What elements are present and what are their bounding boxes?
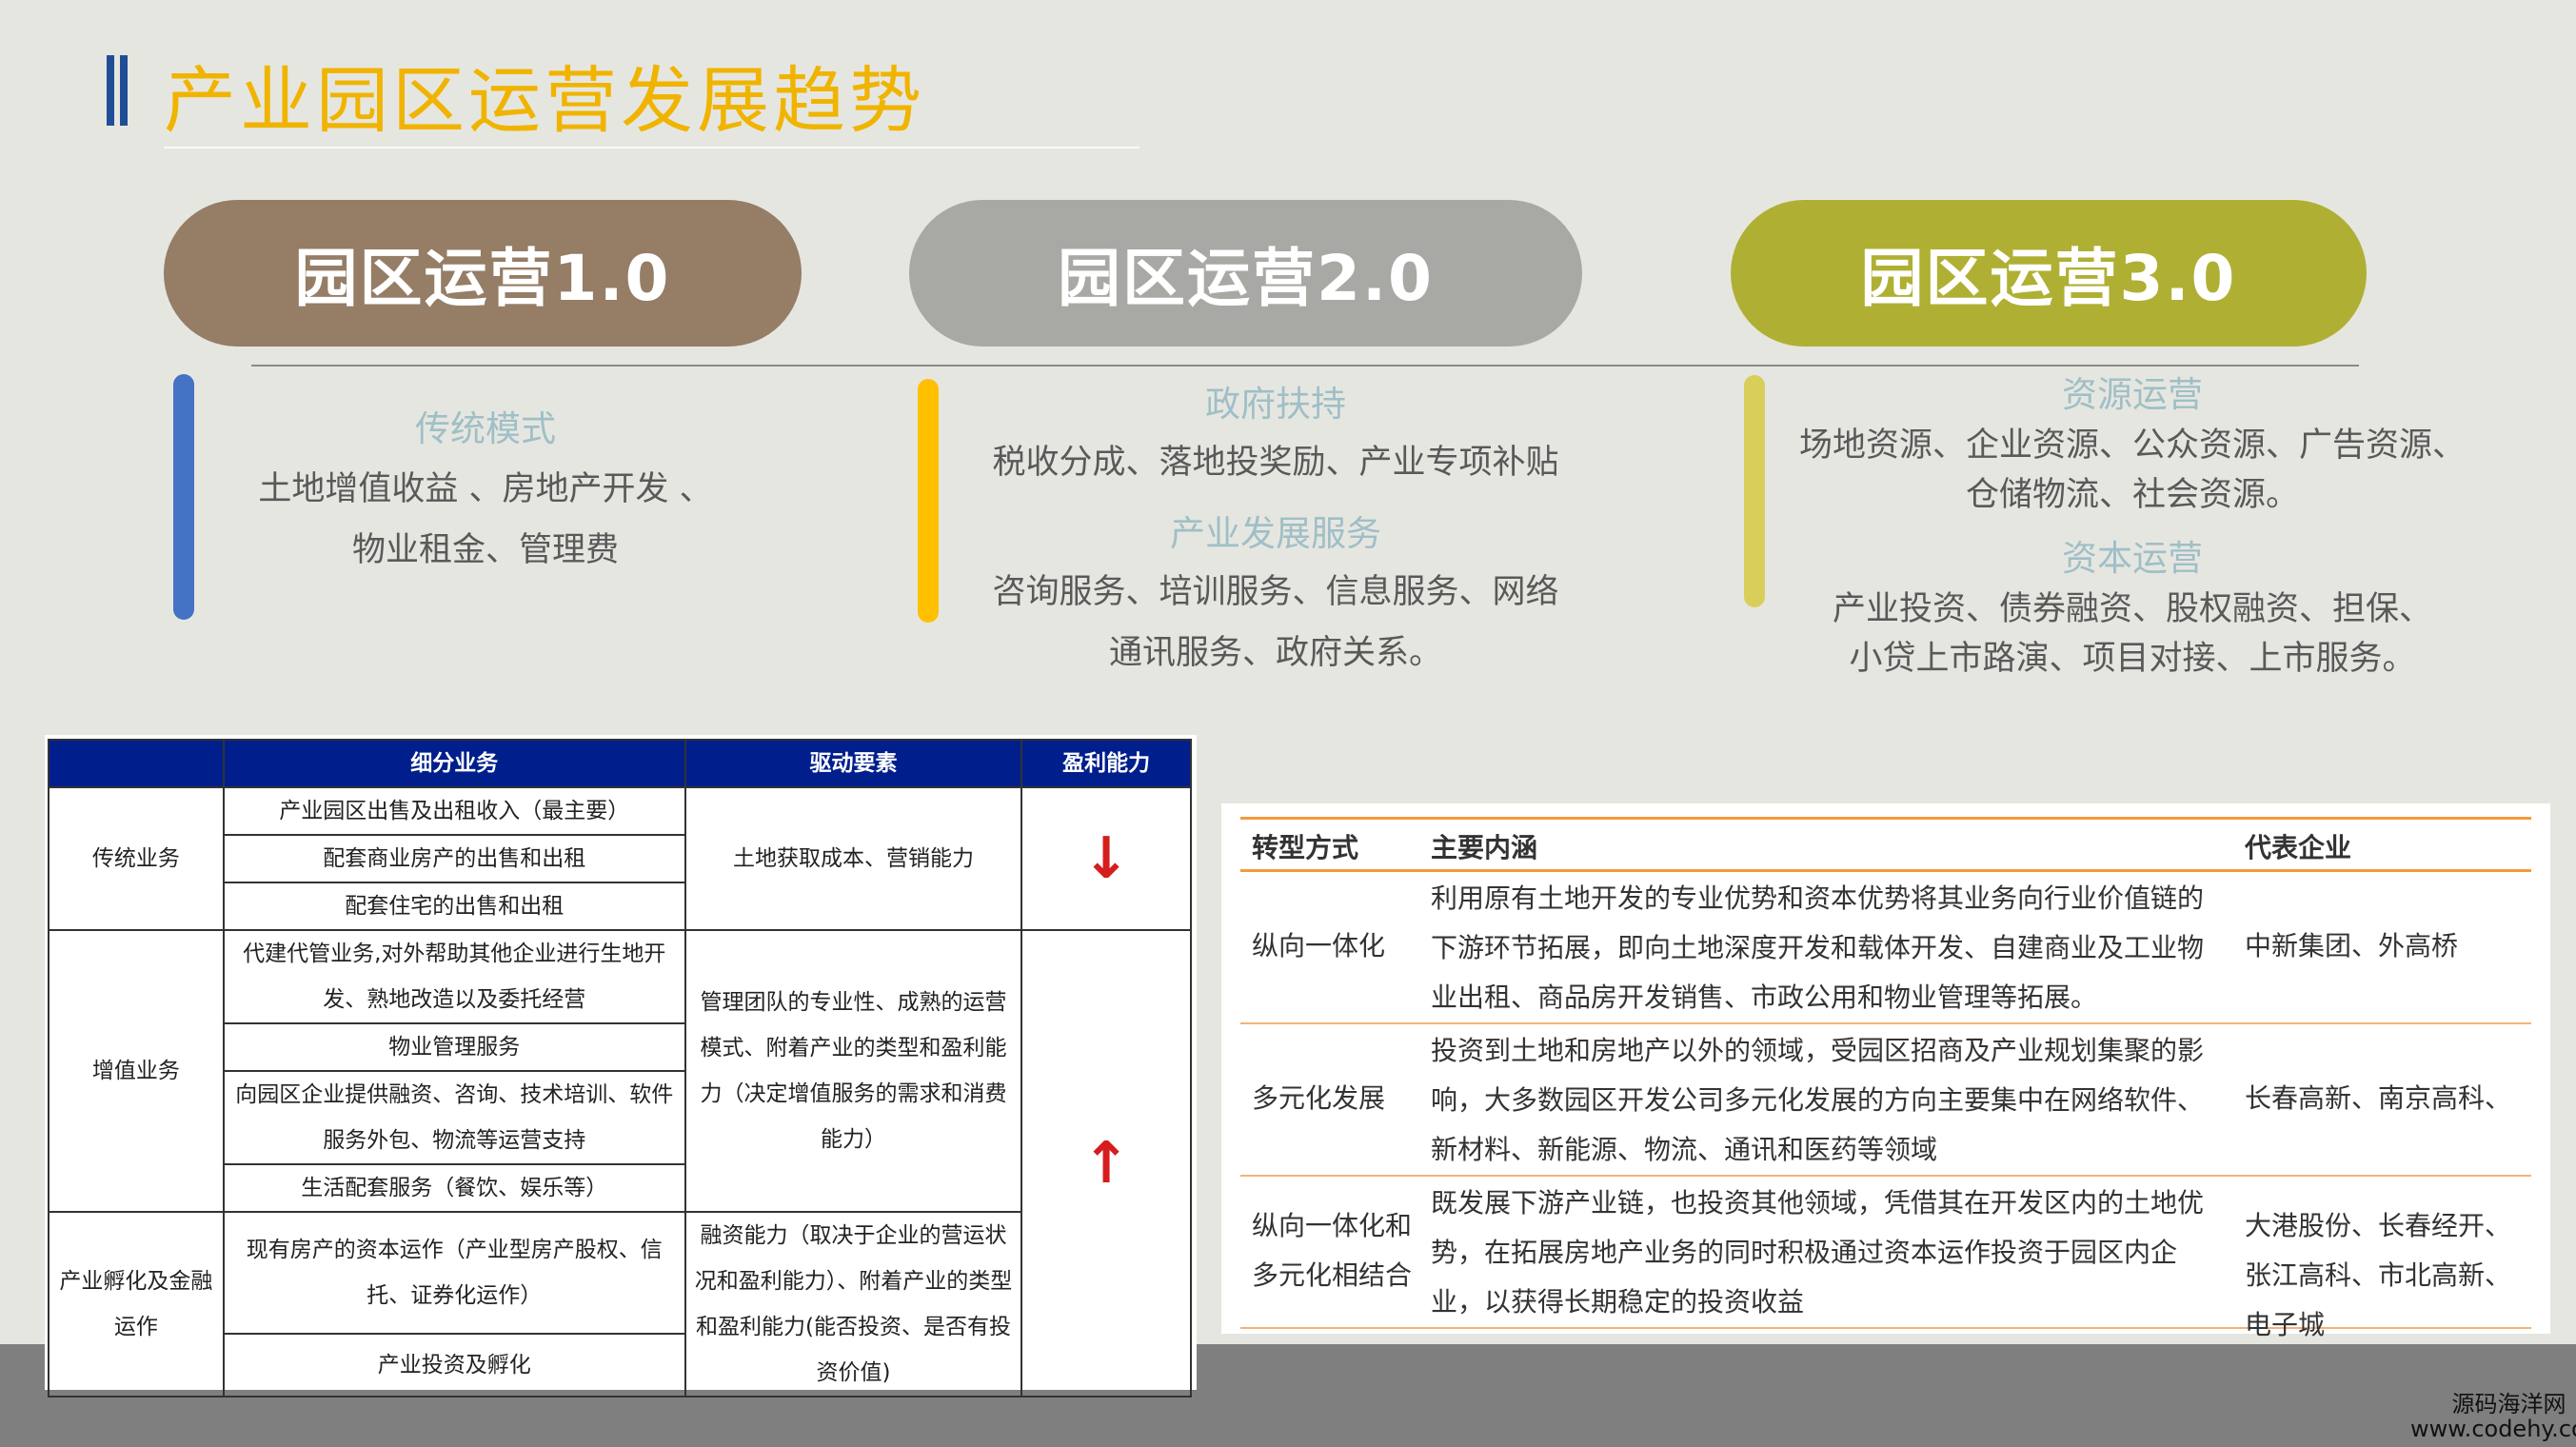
up-arrow-icon: ↑ [1020,929,1192,1397]
table2-header-desc: 主要内涵 [1431,832,1538,863]
stage-pill-3: 园区运营3.0 [1731,200,2367,347]
table1-header-blank [48,739,225,788]
table1-item: 向园区企业提供融资、咨询、技术培训、软件服务外包、物流等运营支持 [222,1070,686,1165]
col1-accent-bar [173,374,194,620]
table-row: 多元化发展 投资到土地和房地产以外的领域，受园区招商及产业规划集聚的影响，大多数… [1240,1024,2531,1177]
table2-type: 多元化发展 [1252,1082,1386,1114]
table2-desc: 投资到土地和房地产以外的领域，受园区招商及产业规划集聚的影响，大多数园区开发公司… [1431,1035,2205,1165]
table1-group-name: 产业孵化及金融运作 [48,1211,225,1397]
col3-subhead-2: 资本运营 [2062,538,2203,579]
logo-line-1: 源码海洋网 [2451,1391,2566,1417]
table1-driver: 融资能力（取决于企业的营运状况和盈利能力）、附着产业的类型和盈利能力(能否投资、… [684,1211,1023,1397]
col3-accent-bar [1744,375,1765,607]
stage-pill-1: 园区运营1.0 [164,200,802,347]
table1-item: 现有房产的资本运作（产业型房产股权、信托、证券化运作） [222,1210,686,1336]
transformation-table: 转型方式 主要内涵 代表企业 纵向一体化 利用原有土地开发的专业优势和资本优势将… [1221,803,2550,1340]
table2-header-corp: 代表企业 [2245,832,2352,863]
col1-subhead: 传统模式 [415,408,556,449]
col3-line-3: 产业投资、债券融资、股权融资、担保、 [1832,590,2432,628]
table1-item: 物业管理服务 [222,1022,686,1072]
table1-item: 产业投资及孵化 [222,1333,686,1397]
col2-line-2: 咨询服务、培训服务、信息服务、网络 [992,573,1559,611]
table1-item: 代建代管业务,对外帮助其他企业进行生地开发、熟地改造以及委托经营 [222,929,686,1024]
table2-desc: 利用原有土地开发的专业优势和资本优势将其业务向行业价值链的下游环节拓展，即向土地… [1431,882,2205,1013]
table-row: 纵向一体化 利用原有土地开发的专业优势和资本优势将其业务向行业价值链的下游环节拓… [1240,872,2531,1024]
col3-line-1: 场地资源、企业资源、公众资源、广告资源、 [1798,426,2466,465]
table1-item: 配套商业房产的出售和出租 [222,834,686,883]
col1-line-1: 土地增值收益 、房地产开发 、 [258,470,713,508]
table2-corp: 中新集团、外高桥 [2245,930,2459,961]
col2-subhead-1: 政府扶持 [1205,384,1346,425]
page-title: 产业园区运营发展趋势 [164,58,925,143]
table2-type: 纵向一体化 [1252,930,1386,961]
logo-line-2: www.codehy.com [2410,1416,2576,1442]
col3-block: 资源运营 场地资源、企业资源、公众资源、广告资源、 仓储物流、社会资源。 资本运… [1790,366,2475,684]
table1-driver: 管理团队的专业性、成熟的运营模式、附着产业的类型和盈利能力（决定增值服务的需求和… [684,929,1023,1213]
col1-line-2: 物业租金、管理费 [351,531,619,569]
col1-block: 传统模式 土地增值收益 、房地产开发 、 物业租金、管理费 [219,400,752,581]
table1-item: 生活配套服务（餐饮、娱乐等） [222,1163,686,1213]
table2-header-type: 转型方式 [1252,832,1359,863]
table1-group-name: 增值业务 [48,929,225,1213]
title-underline [164,147,1139,149]
col3-subhead-1: 资源运营 [2062,374,2203,415]
col2-block: 政府扶持 税收分成、落地投奖励、产业专项补贴 产业发展服务 咨询服务、培训服务、… [961,375,1590,684]
title-accent-bar [107,55,114,126]
col2-subhead-2: 产业发展服务 [1170,513,1381,554]
table1-item: 配套住宅的出售和出租 [222,882,686,931]
col3-line-2: 仓储物流、社会资源。 [1965,476,2299,514]
table1-header-profit: 盈利能力 [1020,739,1192,788]
col3-line-4: 小贷上市路演、项目对接、上市服务。 [1849,640,2416,678]
col2-line-1: 税收分成、落地投奖励、产业专项补贴 [992,444,1559,482]
table2-type: 纵向一体化和多元化相结合 [1252,1210,1413,1291]
title-accent-bar-2 [120,55,128,126]
stage-pill-2: 园区运营2.0 [909,200,1582,347]
table1-driver: 土地获取成本、营销能力 [684,786,1023,931]
col2-accent-bar [918,379,939,623]
table1-item: 产业园区出售及出租收入（最主要） [222,786,686,836]
table1-group-name: 传统业务 [48,786,225,931]
table1-header-business: 细分业务 [222,739,686,788]
table1-header-driver: 驱动要素 [684,739,1023,788]
table2-corp: 长春高新、南京高科、 [2245,1082,2512,1114]
business-table: 细分业务 驱动要素 盈利能力 传统业务 产业园区出售及出租收入（最主要） 土地获… [45,735,1197,1397]
table2-desc: 既发展下游产业链，也投资其他领域，凭借其在开发区内的土地优势，在拓展房地产业务的… [1431,1187,2205,1318]
table2-corp: 大港股份、长春经开、张江高科、市北高新、电子城 [2245,1210,2512,1340]
table-row: 纵向一体化和多元化相结合 既发展下游产业链，也投资其他领域，凭借其在开发区内的土… [1240,1177,2531,1340]
col2-line-3: 通讯服务、政府关系。 [1108,634,1442,672]
table2-header-row: 转型方式 主要内涵 代表企业 [1240,817,2531,872]
down-arrow-icon: ↓ [1020,786,1192,931]
site-logo: 源码海洋网 www.codehy.com [2410,1392,2576,1441]
